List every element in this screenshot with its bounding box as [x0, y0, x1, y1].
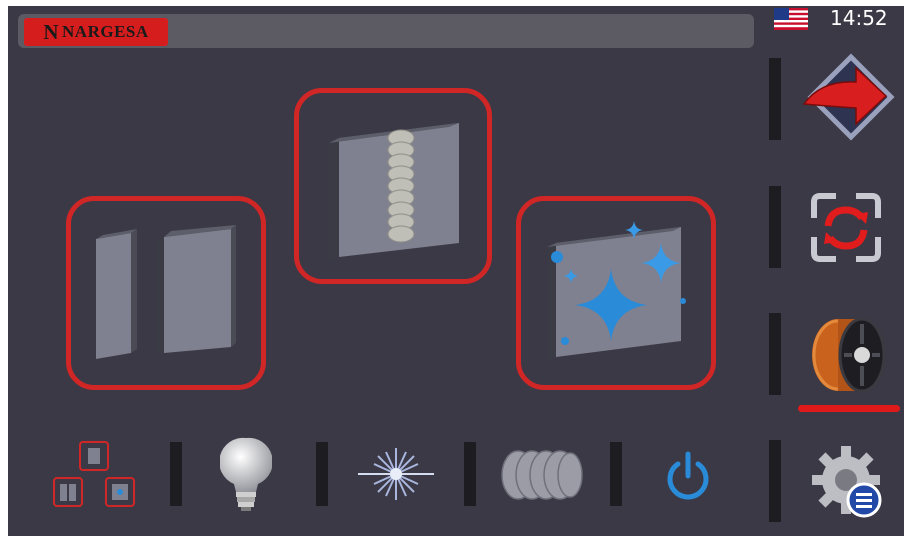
settings-gear-icon[interactable] — [806, 442, 886, 520]
active-indicator — [798, 405, 900, 412]
weld-beads-icon[interactable] — [500, 448, 584, 502]
side-divider-3 — [769, 313, 781, 395]
bottom-divider-3 — [464, 442, 476, 506]
side-divider-2 — [769, 186, 781, 268]
mode-card-two-plates[interactable] — [66, 196, 266, 390]
sparkle-plate-icon — [547, 221, 686, 361]
brand-logo: N NARGESA — [24, 18, 168, 46]
bottom-divider-1 — [170, 442, 182, 506]
next-arrow-icon[interactable] — [796, 52, 896, 142]
laser-burst-icon[interactable] — [356, 442, 436, 506]
light-bulb-icon[interactable] — [220, 436, 272, 514]
power-icon[interactable] — [660, 448, 716, 504]
brand-name: NARGESA — [62, 22, 149, 41]
two-plates-icon — [96, 225, 236, 359]
bottom-divider-2 — [316, 442, 328, 506]
clock-time: 14:52 — [830, 6, 888, 30]
mode-card-cleaning[interactable] — [516, 196, 716, 390]
side-divider-4 — [769, 440, 781, 522]
weld-seam-icon — [329, 123, 459, 261]
mode-selector-icon[interactable] — [50, 440, 142, 512]
wire-spool-icon[interactable] — [806, 314, 890, 396]
brand-mark: N — [43, 19, 60, 44]
mode-card-weld-seam[interactable] — [294, 88, 492, 284]
bottom-divider-4 — [610, 442, 622, 506]
us-flag-icon[interactable] — [774, 8, 808, 30]
side-divider-1 — [769, 58, 781, 140]
refresh-scan-icon[interactable] — [806, 190, 886, 265]
